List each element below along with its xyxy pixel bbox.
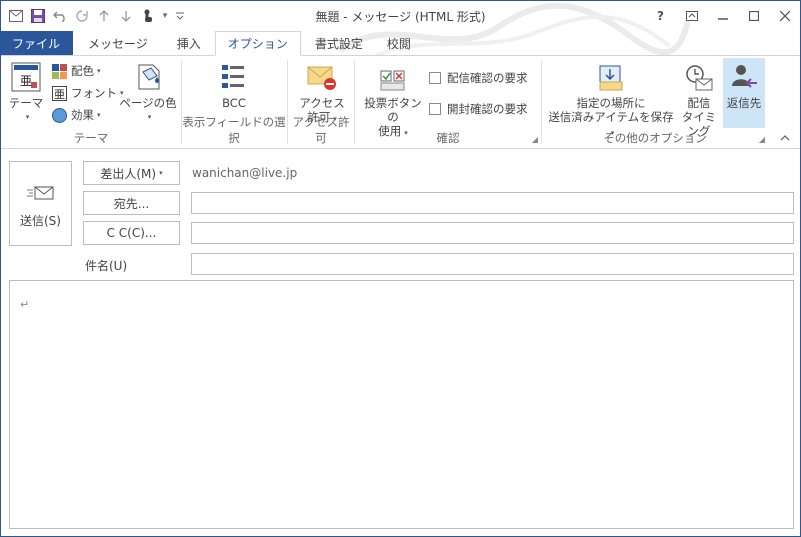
delivery-receipt-checkbox[interactable]: 配信確認の要求: [429, 68, 528, 88]
read-receipt-label: 開封確認の要求: [447, 102, 528, 116]
permission-group-label: アクセス許可: [292, 115, 350, 145]
tracking-group: 投票ボタンの 使用 ▾ 配信確認の要求 開封確認の要求 確認 ◢: [355, 56, 541, 148]
themes-group-label: テーマ: [73, 131, 109, 145]
send-button[interactable]: 送信(S): [9, 161, 72, 246]
compose-area: 送信(S) 差出人(M) ▾ wanichan@live.jp 宛先... C …: [1, 150, 800, 536]
effects-icon: [51, 107, 68, 124]
save-sent-item-icon: [594, 60, 628, 94]
subject-field[interactable]: [191, 253, 794, 275]
tab-insert[interactable]: 挿入: [163, 31, 215, 55]
theme-label: テーマ: [8, 96, 44, 110]
page-color-icon: [131, 60, 165, 94]
from-dropdown-icon: ▾: [159, 169, 163, 177]
from-button[interactable]: 差出人(M) ▾: [83, 161, 180, 185]
permission-icon: [305, 60, 339, 94]
show-fields-group-label: 表示フィールドの選択: [182, 115, 286, 145]
voting-icon: [376, 60, 410, 94]
tab-review[interactable]: 校閲: [377, 31, 421, 55]
tracking-group-label: 確認: [436, 131, 460, 145]
cc-button[interactable]: C C(C)...: [83, 221, 180, 245]
more-options-group-label: その他のオプション: [603, 131, 707, 145]
svg-text:亜: 亜: [20, 74, 32, 88]
effects-button[interactable]: 効果 ▾: [51, 105, 101, 125]
fonts-icon: 亜: [51, 85, 68, 102]
tab-format-text[interactable]: 書式設定: [301, 31, 377, 55]
bcc-icon: [217, 60, 251, 94]
ribbon-tabs: ファイル メッセージ 挿入 オプション 書式設定 校閲: [1, 31, 800, 56]
cc-field[interactable]: [191, 222, 794, 244]
delay-delivery-button[interactable]: 配信 タイミング: [678, 60, 720, 138]
subject-label: 件名(U): [85, 259, 128, 273]
delivery-receipt-label: 配信確認の要求: [447, 71, 528, 85]
svg-text:亜: 亜: [54, 88, 65, 101]
send-icon: [26, 178, 55, 208]
colors-button[interactable]: 配色 ▾: [51, 61, 101, 81]
theme-icon: 亜: [9, 60, 43, 94]
tracking-dialog-launcher-icon[interactable]: ◢: [532, 135, 538, 144]
read-receipt-checkbox[interactable]: 開封確認の要求: [429, 99, 528, 119]
page-color-dropdown-icon: ▾: [147, 113, 152, 121]
direct-replies-label: 返信先: [726, 96, 762, 110]
save-sent-item-button[interactable]: 指定の場所に 送信済みアイテムを保存▾: [546, 60, 676, 140]
to-field[interactable]: [191, 192, 794, 214]
close-button[interactable]: [769, 1, 800, 31]
collapse-ribbon-icon[interactable]: [780, 134, 790, 144]
more-options-group: 指定の場所に 送信済みアイテムを保存▾ 配信 タイミング 返信先 その他のオプシ…: [542, 56, 768, 148]
direct-replies-to-button[interactable]: 返信先: [723, 58, 765, 128]
tab-file[interactable]: ファイル: [1, 31, 74, 55]
more-options-dialog-launcher-icon[interactable]: ◢: [759, 135, 765, 144]
effects-dropdown-icon: ▾: [97, 111, 101, 119]
voting-label-1: 投票ボタンの: [364, 96, 422, 124]
delivery-receipt-checkbox-box[interactable]: [429, 72, 441, 84]
fonts-label: フォント: [71, 86, 117, 100]
page-color-button[interactable]: ページの色 ▾: [119, 60, 177, 124]
page-color-label: ページの色: [119, 96, 177, 110]
bcc-label: BCC: [222, 96, 246, 110]
tab-message[interactable]: メッセージ: [73, 31, 163, 55]
delay-delivery-icon: [682, 60, 716, 94]
delay-delivery-label-1: 配信: [687, 96, 711, 110]
save-sent-item-label-1: 指定の場所に: [576, 96, 646, 110]
theme-button[interactable]: 亜 テーマ ▾: [7, 60, 45, 124]
themes-group: 亜 テーマ ▾ 配色 ▾ 亜 フォント ▾ 効果 ▾ ページの色 ▾ テーマ: [1, 56, 181, 148]
from-button-label: 差出人(M): [100, 166, 157, 181]
colors-icon: [51, 63, 68, 80]
from-address: wanichan@live.jp: [192, 166, 298, 180]
colors-label: 配色: [71, 64, 94, 78]
to-button[interactable]: 宛先...: [83, 191, 180, 215]
permission-group: アクセス 許可 ▾ アクセス許可: [288, 56, 354, 148]
ribbon: 亜 テーマ ▾ 配色 ▾ 亜 フォント ▾ 効果 ▾ ページの色 ▾ テーマ B…: [1, 55, 800, 149]
message-window: ▾ 無題 - メッセージ (HTML 形式) ? ファイル メッセージ 挿入 オ…: [0, 0, 801, 537]
effects-label: 効果: [71, 108, 94, 122]
message-body[interactable]: ↵: [9, 280, 794, 529]
bcc-button[interactable]: BCC: [212, 60, 256, 110]
permission-label-1: アクセス: [299, 96, 345, 110]
theme-dropdown-icon: ▾: [25, 113, 30, 121]
tab-options[interactable]: オプション: [214, 31, 301, 56]
paragraph-mark-icon: ↵: [20, 298, 30, 311]
colors-dropdown-icon: ▾: [97, 67, 101, 75]
voting-buttons-button[interactable]: 投票ボタンの 使用 ▾: [359, 60, 427, 140]
minimize-button[interactable]: [707, 1, 738, 31]
show-fields-group: BCC 表示フィールドの選択: [182, 56, 286, 148]
fonts-button[interactable]: 亜 フォント ▾: [51, 83, 124, 103]
maximize-button[interactable]: [738, 1, 769, 31]
direct-replies-icon: [727, 60, 761, 94]
read-receipt-checkbox-box[interactable]: [429, 103, 441, 115]
send-label: 送信(S): [20, 214, 61, 228]
